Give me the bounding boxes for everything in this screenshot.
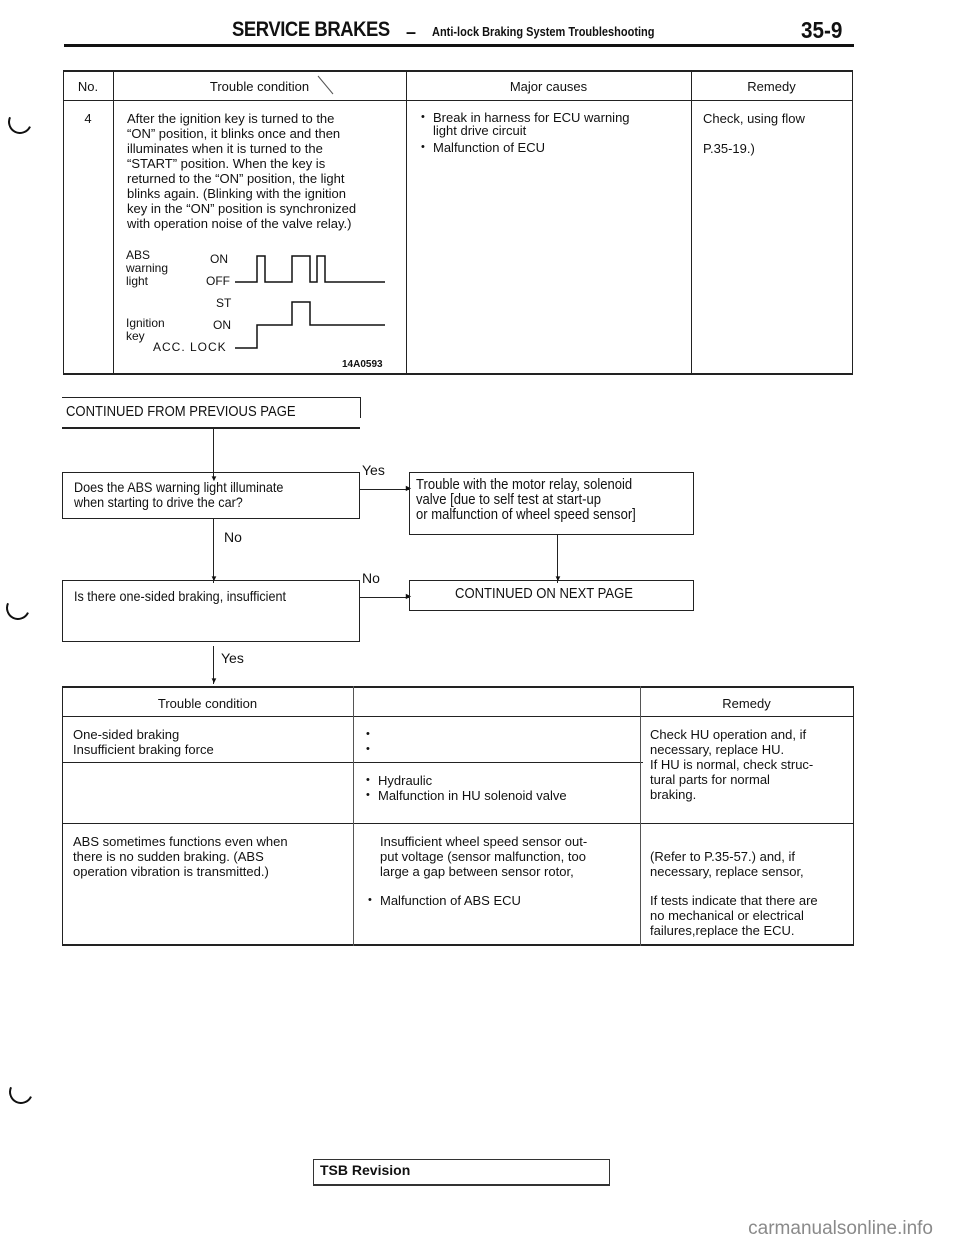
box-border	[360, 397, 361, 418]
cause-hu-solenoid-valve: Malfunction in HU solenoid valve	[366, 788, 567, 803]
key-on-label: ON	[213, 318, 231, 332]
table-top-border	[63, 70, 853, 72]
continued-on-next-page: CONTINUED ON NEXT PAGE	[455, 586, 633, 602]
binding-hole-mark	[5, 1076, 37, 1108]
table-bottom-border	[62, 944, 854, 946]
pen-stroke-mark	[317, 75, 334, 95]
binding-hole-mark	[2, 592, 34, 624]
trouble-condition-text: After the ignition key is turned to the …	[127, 111, 357, 231]
col-line	[852, 70, 853, 375]
abs-on-label: ON	[210, 252, 228, 266]
section-title: SERVICE BRAKES	[232, 18, 390, 41]
cause-item: Malfunction of ECU	[421, 140, 545, 155]
question-one-sided-braking: Is there one-sided braking, insufficient	[74, 588, 286, 604]
remedy-text: Check, using flow	[703, 111, 805, 126]
title-dash: –	[406, 22, 417, 42]
header-major-causes: Major causes	[509, 79, 588, 94]
header-divider	[63, 100, 853, 101]
question-abs-light-on-start: Does the ABS warning light illuminate wh…	[74, 479, 284, 510]
header-trouble-condition: Trouble condition	[209, 79, 310, 94]
header-rule	[64, 44, 854, 47]
col-line	[853, 686, 854, 946]
flow-arrow	[359, 597, 409, 598]
no-label: No	[224, 529, 242, 545]
arrow-head-icon: ▼	[210, 676, 218, 685]
header-no: No.	[77, 79, 99, 94]
header-divider	[62, 716, 854, 717]
yes-label: Yes	[221, 650, 244, 666]
col-line	[691, 70, 692, 375]
col-line	[640, 686, 641, 946]
header-trouble-condition: Trouble condition	[157, 696, 258, 711]
abs-warning-light-label: ABS warning light	[126, 248, 169, 288]
box-border	[62, 397, 360, 398]
table-bottom-border	[63, 373, 853, 375]
tsb-revision-label: TSB Revision	[320, 1162, 411, 1178]
table-top-border	[62, 686, 854, 688]
header-remedy: Remedy	[747, 79, 796, 94]
col-line	[353, 686, 354, 946]
cause-wheel-speed-sensor: Insufficient wheel speed sensor out- put…	[380, 834, 588, 879]
abs-light-waveform	[235, 255, 385, 283]
cause-item: Break in harness for ECU warning light d…	[421, 111, 630, 137]
condition-one-sided-braking: One-sided braking Insufficient braking f…	[73, 727, 214, 757]
remedy-check-hu: Check HU operation and, if necessary, re…	[650, 727, 814, 802]
timing-waveforms	[235, 255, 385, 349]
header-remedy: Remedy	[722, 696, 771, 711]
cause-hydraulic: Hydraulic	[366, 773, 432, 788]
cause-abs-ecu: Malfunction of ABS ECU	[368, 893, 521, 908]
remedy-page-ref: P.35-19.)	[703, 141, 755, 156]
binding-hole-mark	[4, 106, 36, 138]
abs-off-label: OFF	[206, 274, 230, 288]
section-subtitle: Anti-lock Braking System Troubleshooting	[432, 25, 655, 39]
col-line	[62, 686, 63, 946]
result-motor-relay-solenoid: Trouble with the motor relay, solenoid v…	[416, 477, 636, 523]
ignition-key-waveform	[235, 301, 385, 349]
row-number: 4	[84, 111, 92, 126]
row-divider	[62, 823, 854, 824]
col-line	[406, 70, 407, 375]
box-border	[62, 427, 360, 429]
no-label: No	[362, 570, 380, 586]
yes-label: Yes	[362, 462, 385, 478]
flow-arrow	[359, 489, 409, 490]
col-line	[113, 70, 114, 375]
remedy-refer-sensor: (Refer to P.35-57.) and, if necessary, r…	[650, 849, 804, 879]
key-acc-lock-label: ACC. LOCK	[153, 340, 227, 354]
watermark[interactable]: carmanualsonline.info	[748, 1218, 933, 1240]
page-number: 35-9	[801, 17, 843, 43]
remedy-replace-ecu: If tests indicate that there are no mech…	[650, 893, 818, 938]
continued-from-previous-page: CONTINUED FROM PREVIOUS PAGE	[66, 404, 296, 420]
condition-abs-sometimes-functions: ABS sometimes functions even when there …	[73, 834, 288, 879]
